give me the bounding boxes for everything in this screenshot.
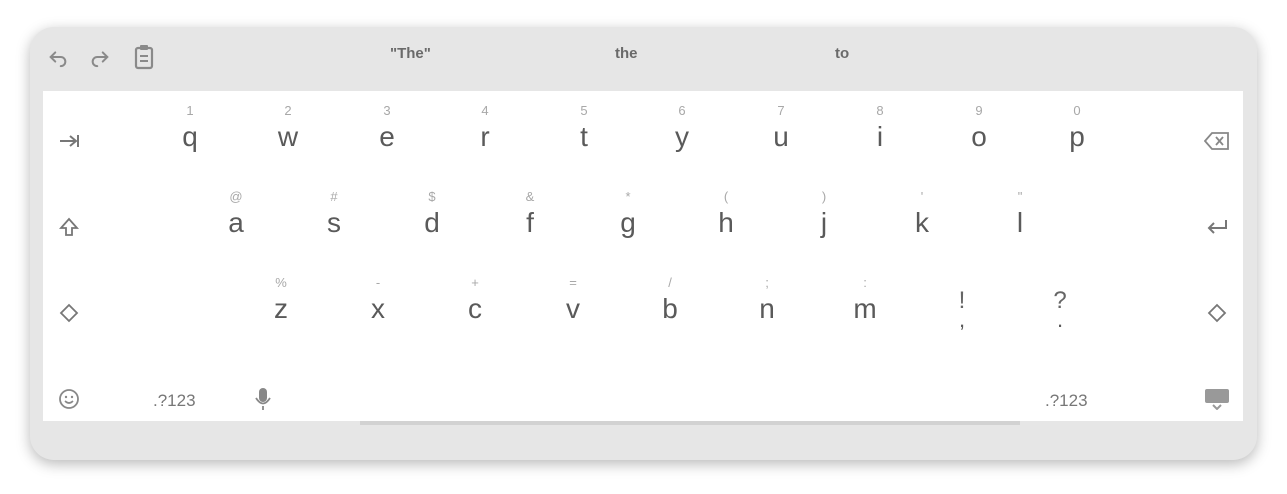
key-e[interactable]: 3e xyxy=(347,97,427,167)
key-c[interactable]: + c xyxy=(435,269,515,339)
tab-icon[interactable] xyxy=(43,115,95,167)
key-w[interactable]: 2w xyxy=(248,97,328,167)
hide-keyboard-icon[interactable] xyxy=(1191,373,1243,425)
key-y[interactable]: 6y xyxy=(642,97,722,167)
enter-icon[interactable] xyxy=(1191,201,1243,253)
key-area: 1q 2w 3e 4r 5t 6y 7u 8i 9o 0p @ a # s $ d &… xyxy=(43,91,1243,421)
key-i[interactable]: 8i xyxy=(840,97,920,167)
key-o[interactable]: 9o xyxy=(939,97,1019,167)
diamond-icon[interactable] xyxy=(1191,287,1243,339)
microphone-icon[interactable] xyxy=(237,373,289,425)
diamond-icon[interactable] xyxy=(43,287,95,339)
key-q[interactable]: 1q xyxy=(150,97,230,167)
key-v[interactable]: = v xyxy=(533,269,613,339)
suggestion-2[interactable]: the xyxy=(615,45,638,62)
key-h[interactable]: (h xyxy=(686,183,766,253)
keyboard: "The" the to 1q 2w 3e 4r 5t 6y 7u 8i 9 o… xyxy=(30,27,1257,460)
key-j[interactable]: ) j xyxy=(784,183,864,253)
key-g[interactable]: * g xyxy=(588,183,668,253)
undo-icon[interactable] xyxy=(44,43,72,71)
shift-icon[interactable] xyxy=(43,201,95,253)
redo-icon[interactable] xyxy=(86,43,114,71)
key-t[interactable]: 5t xyxy=(544,97,624,167)
key-s[interactable]: # s xyxy=(294,183,374,253)
emoji-icon[interactable] xyxy=(43,373,95,425)
suggestion-1[interactable]: "The" xyxy=(390,45,431,62)
key-b[interactable]: / b xyxy=(630,269,710,339)
key-a[interactable]: @ a xyxy=(196,183,276,253)
key-z[interactable]: % z xyxy=(241,269,321,339)
key-comma[interactable]: !, xyxy=(922,269,1002,339)
symbols-key-right[interactable]: .?123 xyxy=(1045,391,1088,411)
key-l[interactable]: " l xyxy=(980,183,1060,253)
key-r[interactable]: 4r xyxy=(445,97,525,167)
backspace-icon[interactable] xyxy=(1191,115,1243,167)
key-m[interactable]: :m xyxy=(825,269,905,339)
clipboard-icon[interactable] xyxy=(130,43,158,71)
key-p[interactable]: 0p xyxy=(1037,97,1117,167)
key-n[interactable]: ; n xyxy=(727,269,807,339)
key-d[interactable]: $ d xyxy=(392,183,472,253)
key-u[interactable]: 7u xyxy=(741,97,821,167)
suggestion-3[interactable]: to xyxy=(835,45,849,62)
key-period[interactable]: ?. xyxy=(1020,269,1100,339)
spacebar-indicator[interactable] xyxy=(360,421,1020,425)
key-f[interactable]: & f xyxy=(490,183,570,253)
key-x[interactable]: -x xyxy=(338,269,418,339)
symbols-key-left[interactable]: .?123 xyxy=(153,391,196,411)
keyboard-toolbar: "The" the to xyxy=(30,27,1257,91)
key-k[interactable]: ' k xyxy=(882,183,962,253)
